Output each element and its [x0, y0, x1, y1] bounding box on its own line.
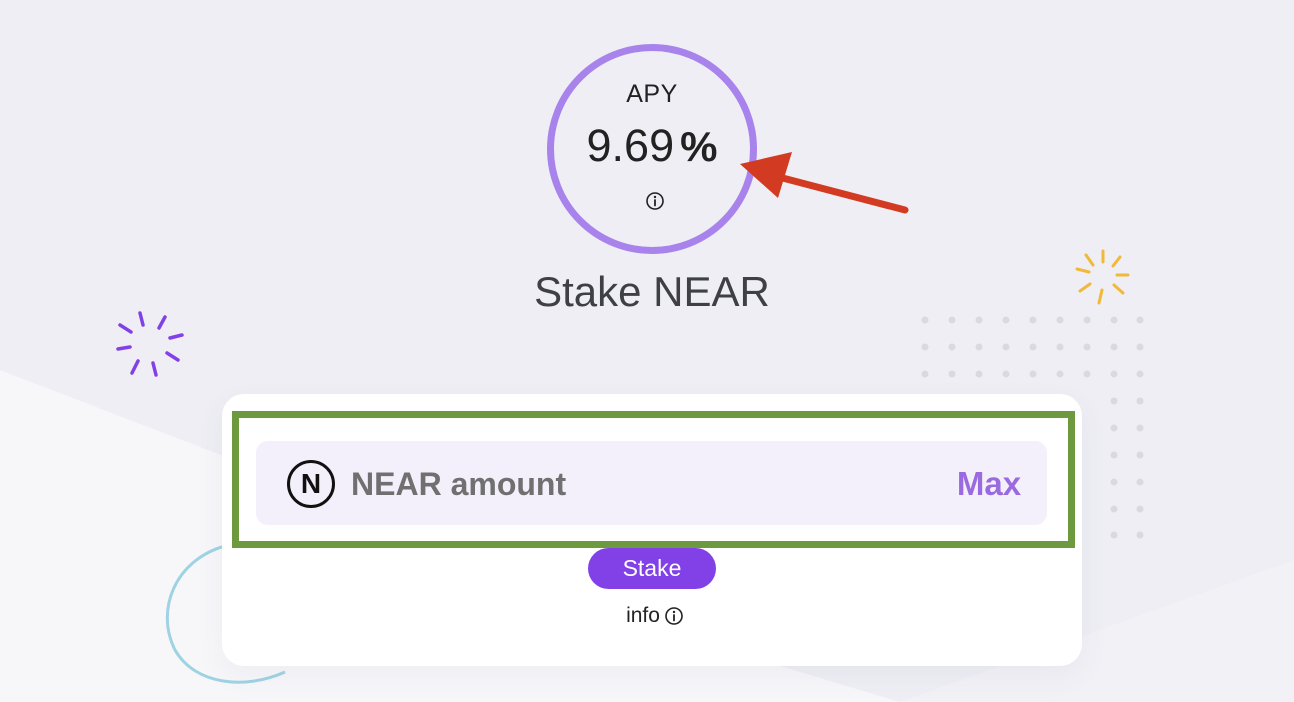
apy-value: 9.69% — [547, 120, 757, 172]
stake-button[interactable]: Stake — [588, 548, 716, 589]
apy-unit: % — [680, 123, 718, 170]
info-circle-icon[interactable] — [645, 191, 665, 211]
info-circle-icon — [665, 607, 683, 625]
info-label: info — [626, 604, 660, 627]
apy-label: APY — [626, 80, 678, 108]
purple-sparkle-icon — [116, 311, 184, 377]
yellow-sparkle-icon — [1075, 249, 1130, 305]
info-link[interactable]: info — [600, 603, 710, 629]
highlight-annotation-box — [232, 411, 1075, 548]
page-title: Stake NEAR — [534, 268, 770, 315]
red-arrow-icon — [740, 152, 909, 214]
apy-number: 9.69 — [586, 120, 675, 171]
